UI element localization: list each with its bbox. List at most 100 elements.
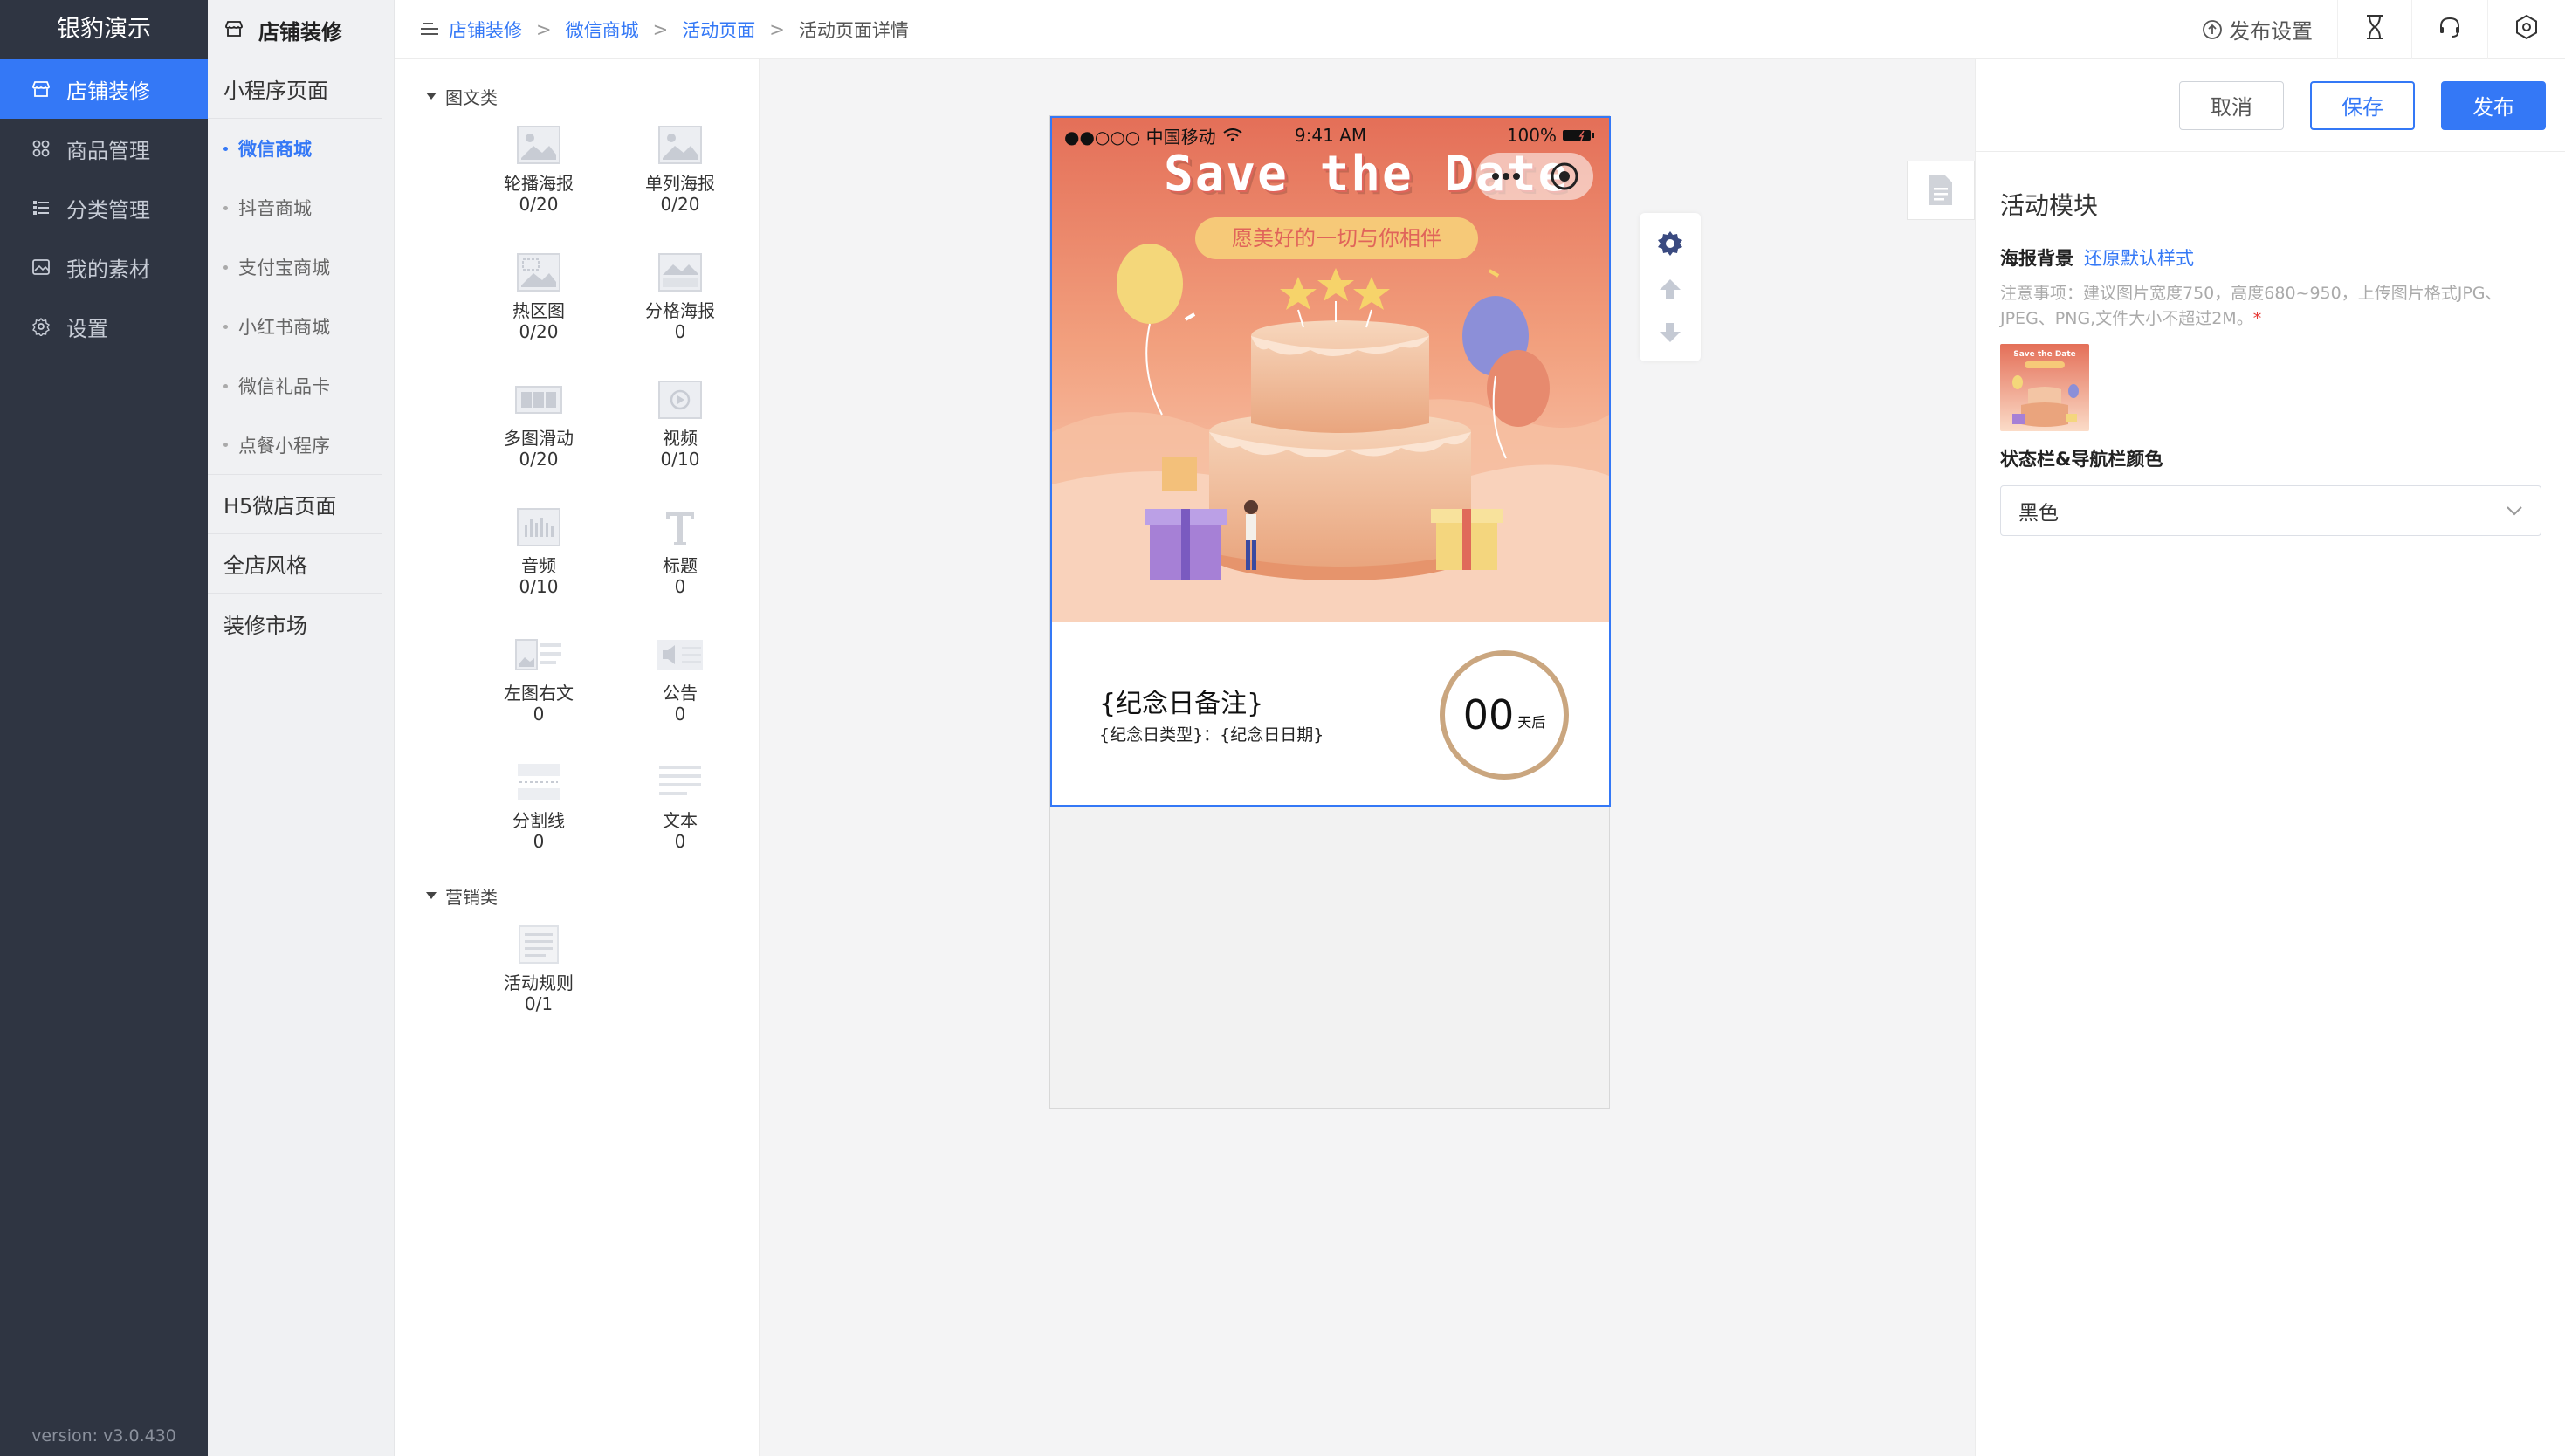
nav-item-products[interactable]: 商品管理 [0, 119, 208, 178]
component-item[interactable]: 分格海报 0 [609, 241, 751, 368]
component-count: 0/10 [519, 576, 559, 597]
subnav-item-giftcard[interactable]: 微信礼品卡 [208, 356, 394, 416]
subnav-item-wechat[interactable]: 微信商城 [208, 119, 394, 178]
more-dots-icon[interactable] [1491, 172, 1521, 181]
page-settings-button[interactable] [1907, 161, 1975, 220]
breadcrumb-wechat[interactable]: 微信商城 [566, 17, 639, 43]
component-item[interactable]: 热区图 0/20 [468, 241, 609, 368]
nav-item-store-decor[interactable]: 店铺装修 [0, 59, 208, 119]
image-text-icon [514, 632, 563, 677]
component-label: 多图滑动 [504, 428, 574, 449]
component-item[interactable]: 公告 0 [609, 623, 751, 751]
section-title: 活动模块 [2000, 191, 2099, 220]
settings-button[interactable] [2487, 0, 2565, 59]
poster-ribbon: 愿美好的一切与你相伴 [1195, 217, 1478, 259]
component-count: 0 [674, 831, 686, 852]
component-item[interactable]: 标题 0 [609, 496, 751, 623]
component-item[interactable]: 活动规则 0/1 [468, 913, 609, 1040]
subnav-group-market[interactable]: 装修市场 [208, 594, 382, 653]
anniversary-subline: {纪念日类型}：{纪念日日期} [1099, 725, 1324, 745]
component-item[interactable]: 多图滑动 0/20 [468, 368, 609, 496]
breadcrumb-store-decor[interactable]: 店铺装修 [449, 17, 522, 43]
breadcrumb-activity[interactable]: 活动页面 [682, 17, 755, 43]
component-count: 0 [533, 831, 545, 852]
restore-default-link[interactable]: 还原默认样式 [2084, 244, 2194, 271]
component-item[interactable]: 文本 0 [609, 751, 751, 878]
component-grid-graphic: 轮播海报 0/20 单列海报 0/20 热区图 0/20 分格海报 0 多图滑动 0/20 视频 0/… [395, 113, 759, 878]
poster-thumbnail[interactable]: Save the Date [2000, 344, 2089, 431]
publish-settings-button[interactable]: 发布设置 [2176, 0, 2337, 59]
component-count: 0 [674, 576, 686, 597]
nav-item-label: 设置 [66, 316, 108, 341]
preview-canvas: ●●○○○ 中国移动 9:41 AM 100% Save the Date 愿美… [760, 59, 1975, 1456]
document-icon [1927, 174, 1955, 207]
component-count: 0/1 [524, 993, 554, 1014]
category-graphic[interactable]: 图文类 [395, 79, 759, 113]
component-item[interactable]: 视频 0/10 [609, 368, 751, 496]
hourglass-icon [2362, 13, 2387, 46]
subnav-group-miniapp[interactable]: 小程序页面 [208, 59, 382, 119]
save-button[interactable]: 保存 [2310, 80, 2415, 130]
breadcrumb-current: 活动页面详情 [798, 19, 909, 41]
component-label: 分格海报 [645, 300, 715, 321]
upload-circle-icon [2201, 18, 2224, 41]
collapse-triangle-icon [426, 93, 437, 100]
category-marketing[interactable]: 营销类 [395, 878, 759, 913]
subnav-item-douyin[interactable]: 抖音商城 [208, 178, 394, 237]
subnav-group-style[interactable]: 全店风格 [208, 534, 382, 594]
hex-settings-icon [2513, 13, 2541, 46]
nav-item-settings[interactable]: 设置 [0, 297, 208, 356]
component-label: 公告 [663, 683, 698, 704]
subnav-item-alipay[interactable]: 支付宝商城 [208, 237, 394, 297]
subnav-title: 店铺装修 [208, 0, 394, 59]
subnav-item-xiaohongshu[interactable]: 小红书商城 [208, 297, 394, 356]
brand-name: 银豹演示 [57, 16, 151, 43]
store-icon [223, 18, 246, 41]
top-bar: 店铺装修 > 微信商城 > 活动页面 > 活动页面详情 发布设置 [395, 0, 2565, 59]
subnav-item-ordering[interactable]: 点餐小程序 [208, 416, 382, 475]
close-target-icon[interactable] [1550, 161, 1579, 191]
component-label: 单列海报 [645, 173, 715, 194]
publish-button[interactable]: 发布 [2441, 80, 2546, 130]
nav-item-categories[interactable]: 分类管理 [0, 178, 208, 237]
move-up-icon[interactable] [1657, 276, 1683, 302]
collapse-triangle-icon [426, 892, 437, 899]
move-down-icon[interactable] [1657, 319, 1683, 346]
chevron-down-icon [2506, 505, 2523, 516]
multi-image-icon [514, 377, 563, 422]
store-icon [30, 78, 52, 100]
list-icon [30, 196, 52, 219]
component-item[interactable]: 左图右文 0 [468, 623, 609, 751]
menu-lines-icon [419, 18, 442, 41]
component-item[interactable]: 单列海报 0/20 [609, 113, 751, 241]
subnav-group-h5[interactable]: H5微店页面 [208, 475, 382, 534]
hourglass-button[interactable] [2337, 0, 2411, 59]
version-text: version: v3.0.430 [31, 1426, 176, 1446]
component-panel: 图文类 轮播海报 0/20 单列海报 0/20 热区图 0/20 分格海报 0 多图滑动 0/20… [395, 59, 760, 1456]
wifi-icon [1223, 128, 1242, 142]
component-item[interactable]: 音频 0/10 [468, 496, 609, 623]
upload-note: 注意事项：建议图片宽度750，高度680~950，上传图片格式JPG、JPEG、… [2000, 284, 2502, 328]
component-label: 分割线 [512, 810, 565, 831]
cancel-button[interactable]: 取消 [2179, 80, 2284, 130]
activity-module[interactable]: ●●○○○ 中国移动 9:41 AM 100% Save the Date 愿美… [1050, 116, 1611, 807]
countdown-ring: 00 天后 [1440, 650, 1569, 780]
status-color-select[interactable]: 黑色 [2000, 485, 2541, 536]
countdown-unit: 天后 [1517, 714, 1546, 731]
split-image-icon [656, 250, 705, 295]
support-button[interactable] [2411, 0, 2487, 59]
rules-doc-icon [514, 922, 563, 967]
nav-item-label: 商品管理 [66, 138, 150, 163]
component-count: 0 [674, 321, 686, 342]
component-item[interactable]: 分割线 0 [468, 751, 609, 878]
grid-icon [30, 137, 52, 160]
component-label: 标题 [663, 555, 698, 576]
gear-icon[interactable] [1655, 229, 1685, 258]
component-count: 0/20 [519, 321, 559, 342]
battery-text: 100% [1506, 125, 1557, 146]
component-item[interactable]: 轮播海报 0/20 [468, 113, 609, 241]
component-label: 热区图 [512, 300, 565, 321]
nav-item-assets[interactable]: 我的素材 [0, 237, 208, 297]
component-count: 0/20 [519, 449, 559, 470]
breadcrumb: 店铺装修 > 微信商城 > 活动页面 > 活动页面详情 [395, 17, 909, 43]
